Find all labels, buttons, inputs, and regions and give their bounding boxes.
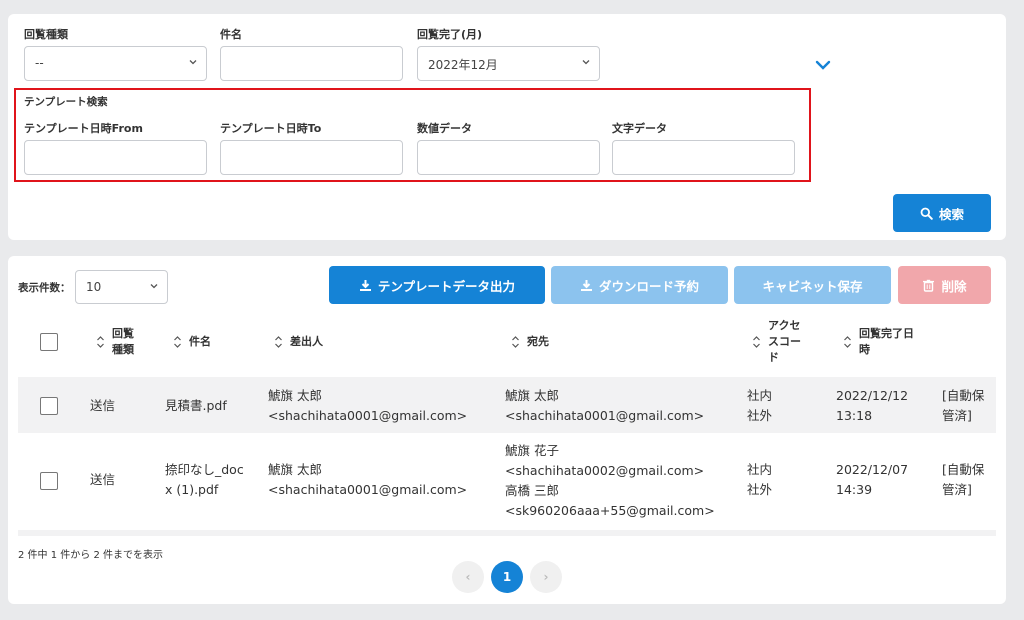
template-search-title: テンプレート検索: [24, 96, 108, 108]
subject-label: 件名: [220, 28, 242, 41]
template-from-label: テンプレート日時From: [24, 122, 143, 135]
sort-icon: [753, 336, 760, 348]
export-template-label: テンプレートデータ出力: [377, 278, 516, 294]
header-subject[interactable]: 件名: [173, 334, 211, 350]
trash-icon: [923, 279, 935, 292]
cell-sender: 鯱旗 太郎 <shachihata0001@gmail.com>: [268, 388, 468, 423]
header-sender[interactable]: 差出人: [274, 334, 323, 350]
search-icon: [920, 207, 933, 220]
subject-input[interactable]: [220, 46, 403, 81]
cell-subject: 捺印なし_doc x (1).pdf: [165, 462, 244, 497]
completed-month-value: 2022年12月: [428, 58, 498, 72]
sort-icon: [275, 336, 282, 348]
numeric-data-input[interactable]: [417, 140, 600, 175]
sort-icon: [174, 336, 181, 348]
cell-type: 送信: [90, 398, 116, 413]
cell-subject: 見積書.pdf: [165, 398, 227, 413]
sort-icon: [512, 336, 519, 348]
download-icon: [580, 279, 592, 291]
cell-access: 社内 社外: [747, 462, 773, 497]
circulation-type-value: --: [35, 56, 44, 70]
download-reserve-label: ダウンロード予約: [598, 278, 699, 294]
select-all-checkbox[interactable]: [40, 333, 58, 351]
chevron-down-icon: [150, 284, 158, 289]
header-recipients[interactable]: 宛先: [511, 334, 549, 350]
cell-recipients: 鯱旗 花子 <shachihata0002@gmail.com> 高橋 三郎 <…: [505, 443, 715, 518]
search-button[interactable]: 検索: [893, 194, 991, 232]
cabinet-save-button[interactable]: キャビネット保存: [734, 266, 891, 304]
download-reserve-button[interactable]: ダウンロード予約: [551, 266, 728, 304]
chevron-down-icon: [189, 60, 197, 65]
page-size-label: 表示件数：: [18, 282, 71, 294]
cell-status: [自動保 管済]: [942, 388, 985, 423]
page-size-select[interactable]: 10: [75, 270, 168, 304]
template-from-input[interactable]: [24, 140, 207, 175]
circulation-type-label: 回覧種類: [24, 28, 68, 41]
delete-label: 削除: [941, 278, 967, 294]
header-type[interactable]: 回覧 種類: [96, 326, 134, 358]
cell-completed: 2022/12/07 14:39: [836, 462, 909, 497]
filter-panel: 回覧種類 -- 件名 回覧完了(月) 2022年12月 テンプレート検索 テンプ…: [8, 14, 1006, 240]
next-page-button[interactable]: ›: [530, 561, 562, 593]
search-button-label: 検索: [938, 206, 964, 222]
cell-recipients: 鯱旗 太郎 <shachihata0001@gmail.com>: [505, 388, 705, 423]
text-data-label: 文字データ: [612, 122, 667, 135]
chevron-down-icon: [582, 60, 590, 65]
download-icon: [359, 279, 371, 291]
results-summary: 2 件中 1 件から 2 件までを表示: [18, 550, 163, 561]
row-checkbox[interactable]: [40, 472, 58, 490]
delete-button[interactable]: 削除: [898, 266, 991, 304]
header-completed[interactable]: 回覧完了日 時: [843, 326, 914, 358]
cell-type: 送信: [90, 472, 116, 487]
cabinet-save-label: キャビネット保存: [762, 278, 863, 294]
expand-chevron-icon[interactable]: [814, 58, 832, 72]
row-checkbox[interactable]: [40, 397, 58, 415]
template-to-label: テンプレート日時To: [220, 122, 322, 135]
export-template-button[interactable]: テンプレートデータ出力: [329, 266, 545, 304]
sort-icon: [97, 336, 104, 348]
completed-month-select[interactable]: 2022年12月: [417, 46, 600, 81]
table-bottom-divider: [18, 530, 996, 536]
prev-page-button[interactable]: ‹: [452, 561, 484, 593]
text-data-input[interactable]: [612, 140, 795, 175]
template-to-input[interactable]: [220, 140, 403, 175]
cell-access: 社内 社外: [747, 388, 773, 423]
cell-completed: 2022/12/12 13:18: [836, 388, 909, 423]
sort-icon: [844, 336, 851, 348]
numeric-data-label: 数値データ: [417, 122, 472, 135]
page-1-button[interactable]: 1: [491, 561, 523, 593]
page-size-value: 10: [86, 280, 102, 294]
cell-sender: 鯱旗 太郎 <shachihata0001@gmail.com>: [268, 462, 468, 497]
cell-status: [自動保 管済]: [942, 462, 985, 497]
circulation-type-select[interactable]: --: [24, 46, 207, 81]
header-access-code[interactable]: アクセ スコー ド: [752, 318, 801, 366]
completed-month-label: 回覧完了(月): [417, 28, 483, 41]
